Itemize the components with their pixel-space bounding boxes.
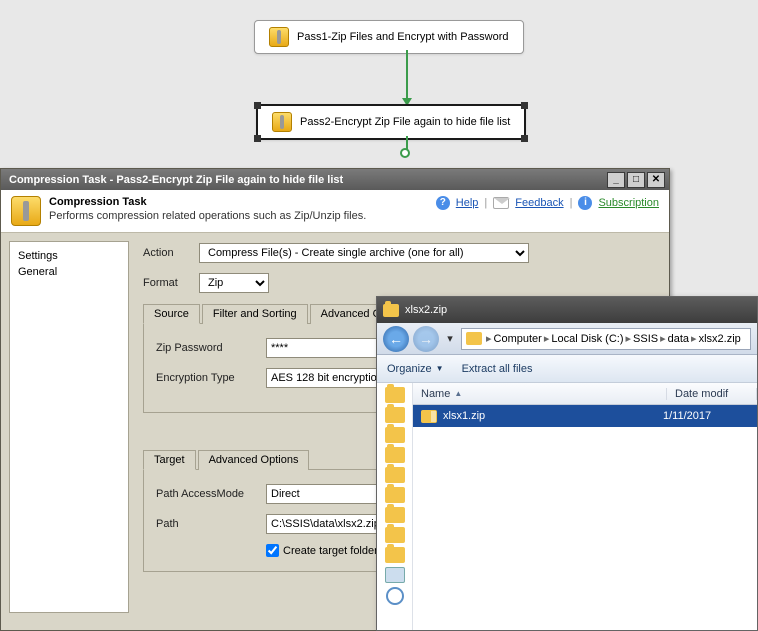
subscription-link[interactable]: Subscription (598, 197, 659, 209)
tab-target[interactable]: Target (143, 450, 196, 470)
encryption-type-label: Encryption Type (156, 372, 266, 384)
tab-source[interactable]: Source (143, 304, 200, 324)
sidebar-folder[interactable] (385, 527, 405, 543)
header-description: Performs compression related operations … (49, 210, 366, 222)
header-title: Compression Task (49, 196, 366, 208)
minimize-button[interactable]: _ (607, 172, 625, 188)
explorer-nav: ← → ▾ ▸ Computer ▸ Local Disk (C:) ▸ SSI… (377, 323, 757, 355)
workflow-canvas[interactable]: Pass1-Zip Files and Encrypt with Passwor… (0, 0, 758, 170)
explorer-titlebar[interactable]: xlsx2.zip (377, 297, 757, 323)
zip-password-label: Zip Password (156, 342, 266, 354)
flow-connector (406, 50, 408, 100)
folder-icon (383, 304, 399, 317)
sidebar-folder[interactable] (385, 547, 405, 563)
folder-icon (466, 332, 482, 345)
column-header-name[interactable]: Name▲ (413, 388, 667, 400)
flow-node-label: Pass1-Zip Files and Encrypt with Passwor… (297, 31, 509, 43)
explorer-title: xlsx2.zip (405, 304, 447, 316)
column-header-date[interactable]: Date modif (667, 388, 757, 400)
dialog-header: Compression Task Performs compression re… (1, 190, 669, 233)
side-tab-general[interactable]: General (18, 264, 120, 280)
flow-node-pass2[interactable]: Pass2-Encrypt Zip File again to hide fil… (256, 104, 526, 140)
tab-advanced-options[interactable]: Advanced Options (198, 450, 310, 470)
breadcrumb-ssis[interactable]: SSIS (633, 333, 658, 345)
path-accessmode-label: Path AccessMode (156, 488, 266, 500)
dialog-title: Compression Task - Pass2-Encrypt Zip Fil… (5, 174, 605, 186)
sidebar-music[interactable] (386, 587, 404, 605)
side-tab-settings[interactable]: Settings (18, 248, 120, 264)
compression-icon (11, 196, 41, 226)
zip-icon (269, 27, 289, 47)
breadcrumb-disk[interactable]: Local Disk (C:) (551, 333, 623, 345)
extract-all-button[interactable]: Extract all files (462, 363, 533, 375)
action-select[interactable]: Compress File(s) - Create single archive… (199, 243, 529, 263)
breadcrumb-computer[interactable]: Computer (494, 333, 542, 345)
sidebar-pictures[interactable] (385, 567, 405, 583)
explorer-file-list: Name▲ Date modif xlsx1.zip 1/11/2017 (413, 383, 757, 630)
sidebar-folder[interactable] (385, 507, 405, 523)
close-button[interactable]: ✕ (647, 172, 665, 188)
action-label: Action (143, 247, 199, 259)
zip-file-icon (421, 410, 437, 423)
zip-icon (272, 112, 292, 132)
explorer-window: xlsx2.zip ← → ▾ ▸ Computer ▸ Local Disk … (376, 296, 758, 631)
nav-history-dropdown[interactable]: ▾ (443, 329, 457, 349)
maximize-button[interactable]: □ (627, 172, 645, 188)
file-row[interactable]: xlsx1.zip 1/11/2017 (413, 405, 757, 427)
nav-back-button[interactable]: ← (383, 326, 409, 352)
dialog-titlebar[interactable]: Compression Task - Pass2-Encrypt Zip Fil… (1, 169, 669, 190)
feedback-link[interactable]: Feedback (515, 197, 563, 209)
file-date: 1/11/2017 (663, 410, 753, 422)
info-icon: i (578, 196, 592, 210)
explorer-toolbar: Organize▼ Extract all files (377, 355, 757, 383)
tab-filter-sorting[interactable]: Filter and Sorting (202, 304, 308, 324)
organize-button[interactable]: Organize▼ (387, 363, 444, 375)
create-target-folder-checkbox[interactable] (266, 544, 279, 557)
help-icon: ? (436, 196, 450, 210)
connector-ring[interactable] (400, 148, 410, 158)
format-label: Format (143, 277, 199, 289)
sort-asc-icon: ▲ (454, 389, 462, 398)
help-link[interactable]: Help (456, 197, 479, 209)
sidebar-folder[interactable] (385, 447, 405, 463)
sidebar-folder[interactable] (385, 427, 405, 443)
sidebar-folder[interactable] (385, 407, 405, 423)
nav-forward-button[interactable]: → (413, 326, 439, 352)
breadcrumb[interactable]: ▸ Computer ▸ Local Disk (C:) ▸ SSIS ▸ da… (461, 328, 751, 350)
side-tab-list: Settings General (9, 241, 129, 613)
flow-node-pass1[interactable]: Pass1-Zip Files and Encrypt with Passwor… (254, 20, 524, 54)
breadcrumb-file[interactable]: xlsx2.zip (699, 333, 741, 345)
create-target-folder-label: Create target folder (283, 545, 378, 557)
file-name: xlsx1.zip (443, 410, 485, 422)
sidebar-folder[interactable] (385, 467, 405, 483)
sidebar-folder[interactable] (385, 387, 405, 403)
path-label: Path (156, 518, 266, 530)
sidebar-folder[interactable] (385, 487, 405, 503)
format-select[interactable]: Zip (199, 273, 269, 293)
explorer-sidebar (377, 383, 413, 630)
flow-node-label: Pass2-Encrypt Zip File again to hide fil… (300, 116, 510, 128)
mail-icon (493, 197, 509, 209)
breadcrumb-data[interactable]: data (668, 333, 689, 345)
